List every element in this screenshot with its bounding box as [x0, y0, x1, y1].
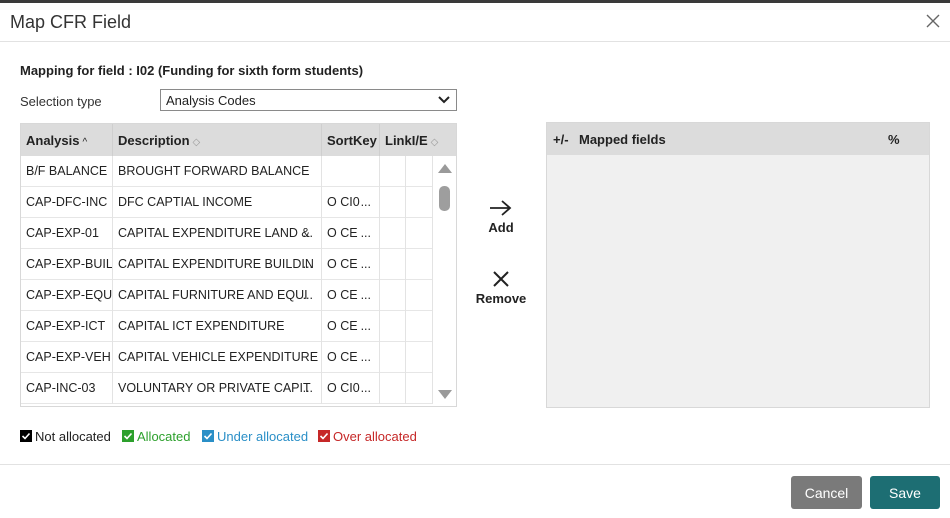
scroll-down-icon[interactable]: [438, 390, 452, 399]
cell-link: [380, 373, 406, 404]
column-header-analysis[interactable]: Analysis ^: [21, 124, 113, 156]
add-button[interactable]: Add: [471, 198, 531, 235]
cell-analysis: CAP-EXP-BUIL: [21, 249, 113, 280]
table-row[interactable]: CAP-EXP-BUIL CAPITAL EXPENDITURE BUILDIN…: [21, 249, 433, 280]
selection-type-select[interactable]: Analysis Codes: [160, 89, 457, 111]
column-header-percent[interactable]: %: [888, 132, 900, 147]
cell-extra: [406, 187, 433, 218]
table-row[interactable]: CAP-DFC-INC DFC CAPTIAL INCOME O CI0...: [21, 187, 433, 218]
dialog-title: Map CFR Field: [10, 12, 132, 32]
mapped-fields-panel: +/- Mapped fields %: [546, 122, 930, 408]
cell-extra: [406, 249, 433, 280]
checkbox-checked-icon: [122, 430, 134, 442]
remove-button-label: Remove: [475, 291, 527, 306]
cell-analysis: CAP-INC-03: [21, 373, 113, 404]
column-header-description[interactable]: Description ◇: [113, 124, 322, 156]
cell-analysis: B/F BALANCE: [21, 156, 113, 187]
ellipsis-icon: ...: [360, 195, 371, 209]
ellipsis-icon: ...: [360, 319, 371, 333]
cell-sortkey: O CI0...: [322, 187, 380, 218]
ellipsis-icon: ...: [302, 226, 313, 240]
ellipsis-icon: ...: [360, 288, 371, 302]
cell-sortkey: O CE...: [322, 280, 380, 311]
cell-description: CAPITAL ICT EXPENDITURE: [113, 311, 322, 342]
table-row[interactable]: CAP-EXP-EQU CAPITAL FURNITURE AND EQUI..…: [21, 280, 433, 311]
cell-analysis: CAP-EXP-VEH: [21, 342, 113, 373]
cell-extra: [406, 311, 433, 342]
table-row[interactable]: CAP-EXP-01 CAPITAL EXPENDITURE LAND &...…: [21, 218, 433, 249]
add-button-label: Add: [488, 220, 514, 235]
column-header-sortkey[interactable]: SortKey: [322, 124, 380, 156]
cell-link: [380, 187, 406, 218]
cell-description: BROUGHT FORWARD BALANCE: [113, 156, 322, 187]
cell-link: [380, 156, 406, 187]
arrow-right-icon: [490, 200, 512, 216]
cell-sortkey: O CE...: [322, 218, 380, 249]
dialog-header: Map CFR Field: [0, 3, 950, 42]
table-row[interactable]: B/F BALANCE BROUGHT FORWARD BALANCE: [21, 156, 433, 187]
table-row[interactable]: CAP-INC-03 VOLUNTARY OR PRIVATE CAPIT...…: [21, 373, 433, 404]
sort-icon: ◇: [192, 137, 201, 148]
cell-extra: [406, 156, 433, 187]
ellipsis-icon: ...: [302, 381, 313, 395]
checkbox-checked-icon: [20, 430, 32, 442]
ellipsis-icon: ...: [360, 350, 371, 364]
map-cfr-dialog: Map CFR Field Mapping for field : I02 (F…: [0, 3, 950, 518]
column-header-mapped-fields[interactable]: Mapped fields: [579, 132, 666, 147]
cell-analysis: CAP-EXP-EQU: [21, 280, 113, 311]
cell-link: [380, 311, 406, 342]
cell-extra: [406, 342, 433, 373]
cell-sortkey: O CE...: [322, 249, 380, 280]
table-row[interactable]: CAP-EXP-ICT CAPITAL ICT EXPENDITURE O CE…: [21, 311, 433, 342]
cell-description: DFC CAPTIAL INCOME: [113, 187, 322, 218]
mapped-fields-header: +/- Mapped fields %: [547, 123, 929, 155]
cell-extra: [406, 373, 433, 404]
sort-icon: ◇: [430, 137, 439, 148]
dialog-footer: Cancel Save: [0, 464, 950, 518]
cell-description: CAPITAL EXPENDITURE LAND &...: [113, 218, 322, 249]
cell-sortkey: O CI0...: [322, 373, 380, 404]
cell-analysis: CAP-DFC-INC: [21, 187, 113, 218]
scroll-thumb[interactable]: [439, 186, 450, 211]
remove-button[interactable]: Remove: [471, 269, 531, 306]
ellipsis-icon: ...: [360, 257, 371, 271]
close-icon[interactable]: [924, 12, 942, 30]
cell-link: [380, 342, 406, 373]
grid-scrollbar[interactable]: [434, 156, 456, 406]
mapping-field-label: Mapping for field : I02 (Funding for six…: [20, 63, 364, 78]
cell-analysis: CAP-EXP-01: [21, 218, 113, 249]
cell-link: [380, 280, 406, 311]
cell-description: CAPITAL EXPENDITURE BUILDIN...: [113, 249, 322, 280]
chevron-down-icon: [438, 96, 450, 104]
analysis-grid: Analysis ^ Description ◇ SortKey LinkI/E ◇ …: [20, 123, 457, 407]
sort-asc-icon: ^: [82, 137, 88, 148]
grid-header: Analysis ^ Description ◇ SortKey LinkI/E ◇: [21, 124, 456, 156]
cell-description: CAPITAL VEHICLE EXPENDITURE: [113, 342, 322, 373]
ellipsis-icon: ...: [302, 257, 313, 271]
cell-sortkey: [322, 156, 380, 187]
cell-link: [380, 218, 406, 249]
checkbox-checked-icon: [202, 430, 214, 442]
checkbox-checked-icon: [318, 430, 330, 442]
table-row[interactable]: CAP-EXP-VEH CAPITAL VEHICLE EXPENDITURE …: [21, 342, 433, 373]
cell-extra: [406, 280, 433, 311]
cell-link: [380, 249, 406, 280]
cell-description: CAPITAL FURNITURE AND EQUI...: [113, 280, 322, 311]
column-header-toggle[interactable]: +/-: [553, 132, 569, 147]
scroll-up-icon[interactable]: [438, 164, 452, 173]
cell-extra: [406, 218, 433, 249]
ellipsis-icon: ...: [360, 226, 371, 240]
cell-sortkey: O CE...: [322, 311, 380, 342]
column-header-link[interactable]: LinkI/E ◇: [380, 124, 456, 156]
save-button[interactable]: Save: [870, 476, 940, 509]
cancel-button[interactable]: Cancel: [791, 476, 862, 509]
cell-analysis: CAP-EXP-ICT: [21, 311, 113, 342]
selection-type-label: Selection type: [20, 94, 102, 109]
ellipsis-icon: ...: [360, 381, 371, 395]
cell-description: VOLUNTARY OR PRIVATE CAPIT...: [113, 373, 322, 404]
selection-type-value: Analysis Codes: [166, 93, 256, 108]
close-icon: [493, 271, 509, 287]
ellipsis-icon: ...: [302, 288, 313, 302]
cell-sortkey: O CE...: [322, 342, 380, 373]
